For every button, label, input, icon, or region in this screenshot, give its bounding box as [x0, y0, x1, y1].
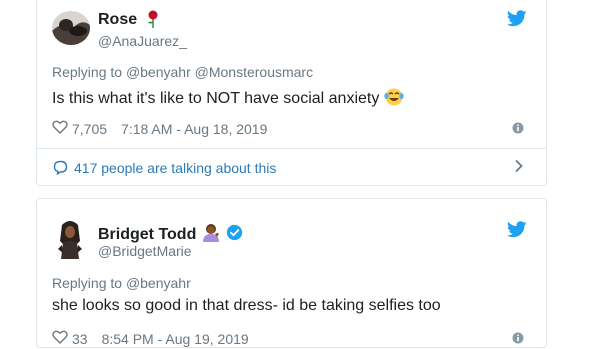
handle[interactable]: @AnaJuarez_	[98, 33, 187, 49]
tweet-text: she looks so good in that dress- id be t…	[52, 297, 441, 314]
avatar[interactable]	[53, 219, 87, 259]
timestamp[interactable]: 7:18 AM - Aug 18, 2019	[121, 121, 267, 137]
avatar[interactable]	[52, 11, 90, 45]
tears-of-joy-emoji	[384, 87, 405, 111]
conversation-link[interactable]: 417 people are talking about this	[37, 148, 546, 186]
rose-icon	[146, 10, 160, 33]
verified-badge-icon	[226, 224, 243, 246]
tweet-card[interactable]: Rose @AnaJuarez_ Replying to @benyahr @M…	[36, 0, 547, 186]
display-name[interactable]: Rose	[98, 11, 137, 29]
like-heart-icon[interactable]	[52, 120, 68, 137]
tweet-meta: 33 8:54 PM - Aug 19, 2019	[52, 330, 249, 347]
tweet-card[interactable]: Bridget Todd @BridgetMarie Replying to @…	[36, 198, 547, 348]
replying-label: Replying to	[52, 64, 123, 80]
tweet-text-content: Is this what it's like to NOT have socia…	[52, 90, 380, 107]
twitter-bird-icon[interactable]	[506, 10, 527, 32]
replying-to: Replying to @benyahr	[52, 275, 191, 291]
like-count[interactable]: 33	[72, 331, 88, 347]
twitter-bird-icon[interactable]	[506, 221, 527, 243]
replying-to-handles[interactable]: @benyahr @Monsterousmarc	[126, 64, 313, 80]
display-name[interactable]: Bridget Todd	[98, 226, 196, 244]
talking-count-label[interactable]: 417 people are talking about this	[74, 160, 276, 176]
timestamp[interactable]: 8:54 PM - Aug 19, 2019	[102, 331, 249, 347]
speech-bubble-icon	[53, 160, 68, 175]
handle[interactable]: @BridgetMarie	[98, 243, 192, 259]
like-heart-icon[interactable]	[52, 330, 68, 347]
info-icon[interactable]	[512, 331, 524, 349]
chevron-right-icon[interactable]	[514, 159, 524, 176]
replying-label: Replying to	[52, 275, 123, 291]
tweet-text: Is this what it's like to NOT have socia…	[52, 87, 405, 111]
replying-to: Replying to @benyahr @Monsterousmarc	[52, 64, 313, 80]
info-icon[interactable]	[512, 121, 524, 139]
like-count[interactable]: 7,705	[72, 121, 107, 137]
tweet-meta: 7,705 7:18 AM - Aug 18, 2019	[52, 120, 267, 137]
woman-tipping-hand-emoji	[201, 222, 221, 247]
replying-to-handles[interactable]: @benyahr	[126, 275, 191, 291]
